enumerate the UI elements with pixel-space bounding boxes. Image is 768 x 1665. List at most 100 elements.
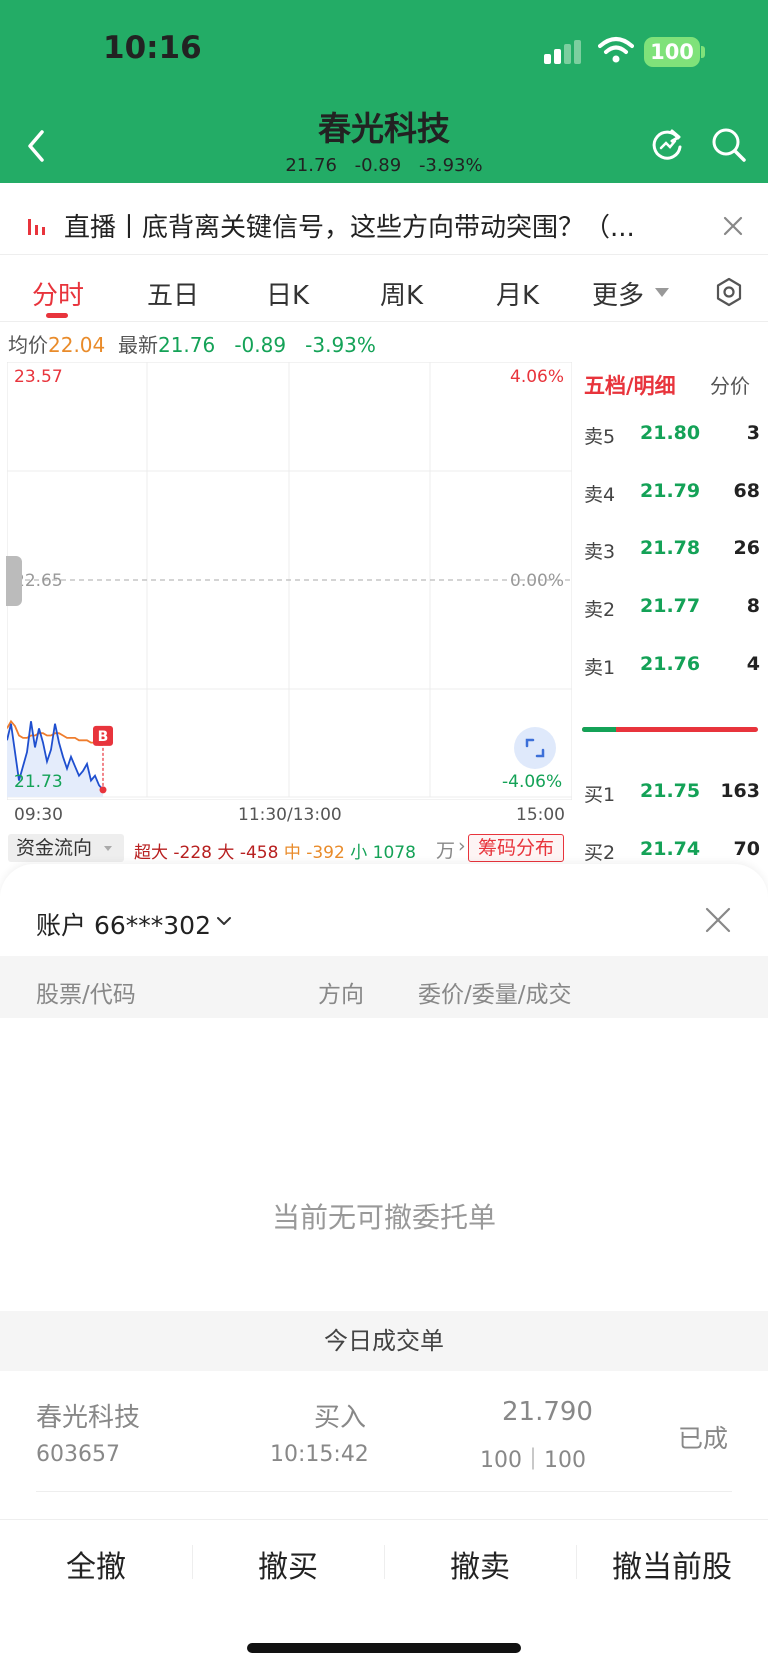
trade-direction: 买入 [314, 1403, 367, 1433]
cancel-buy-button[interactable]: 撤买 [192, 1542, 384, 1586]
tab-five-day[interactable]: 五日 [147, 275, 199, 312]
account-selector[interactable]: 账户 66***302 [36, 906, 211, 942]
sell-price: 21.80 [640, 422, 701, 444]
avg-price-label: 均价 [8, 333, 48, 357]
tab-intraday[interactable]: 分时 [32, 275, 84, 312]
search-icon[interactable] [710, 126, 748, 164]
price-summary-row: 均价22.04 最新21.76 -0.89 -3.93% [8, 329, 376, 358]
battery-tip [701, 46, 705, 58]
buy-point [99, 786, 107, 794]
large-value: -458 [239, 843, 279, 863]
trade-stock-name: 春光科技 [36, 1403, 141, 1433]
buy-level-label: 买1 [584, 784, 616, 806]
column-header-direction: 方向 [318, 982, 364, 1008]
orderbook-tab-price-dist[interactable]: 分价 [710, 370, 750, 399]
intraday-chart[interactable]: B [7, 362, 572, 800]
sell-level-label: 卖4 [584, 484, 616, 506]
sell-volume: 68 [733, 480, 760, 502]
cancel-current-stock-button[interactable]: 撤当前股 [576, 1542, 768, 1586]
expand-chart-icon[interactable] [514, 727, 556, 769]
side-drawer-handle[interactable] [6, 556, 22, 606]
buy-marker-label: B [98, 729, 109, 745]
latest-change: -0.89 [234, 333, 287, 357]
today-trades-header: 今日成交单 [0, 1311, 768, 1371]
column-header-order-detail: 委价/委量/成交 [418, 982, 572, 1008]
sell-volume: 26 [733, 537, 760, 559]
y-axis-mid-pct: 0.00% [510, 571, 565, 591]
trade-price: 21.790 [502, 1397, 593, 1427]
buy-sell-ratio-green [582, 727, 616, 732]
super-large-value: -228 [173, 843, 212, 863]
header-price: 21.76 [285, 155, 337, 176]
status-time: 10:16 [103, 30, 202, 66]
trade-stock-code: 603657 [36, 1442, 120, 1467]
buy-level-label: 买2 [584, 842, 616, 864]
cellular-signal-icon [544, 40, 581, 64]
chevron-right-icon: › [458, 835, 466, 857]
orderbook-tab-depth[interactable]: 五档/明细 [584, 370, 676, 400]
sell-price: 21.78 [640, 537, 701, 559]
sell-volume: 8 [746, 595, 760, 617]
latest-price-label: 最新 [117, 333, 158, 357]
sell-price: 21.77 [640, 595, 701, 617]
empty-state-message: 当前无可撤委托单 [271, 1201, 496, 1234]
x-axis-end: 15:00 [516, 805, 565, 825]
x-axis-start: 09:30 [14, 805, 63, 825]
orderbook-sell-row: 卖5 21.80 3 [584, 422, 760, 452]
y-axis-top-pct: 4.06% [510, 367, 565, 387]
sell-level-label: 卖1 [584, 657, 616, 679]
y-axis-top-price: 23.57 [14, 367, 63, 387]
sell-price: 21.79 [640, 480, 701, 502]
tab-weekly-k[interactable]: 周K [380, 275, 423, 312]
medium-value: -392 [306, 843, 345, 863]
cancel-sell-button[interactable]: 撤卖 [384, 1542, 576, 1586]
large-label: 大 [217, 843, 235, 863]
trade-status: 已成 [678, 1424, 729, 1453]
trade-divider [36, 1491, 732, 1492]
orderbook-buy-row: 买1 21.75 163 [584, 780, 760, 810]
latest-change-pct: -3.93% [305, 333, 376, 357]
y-axis-bottom-pct: -4.06% [502, 772, 563, 792]
sell-volume: 3 [746, 422, 760, 444]
sell-level-label: 卖2 [584, 599, 616, 621]
close-icon[interactable] [720, 213, 746, 239]
super-large-label: 超大 [134, 843, 168, 863]
column-header-stock: 股票/代码 [36, 982, 136, 1008]
sell-level-label: 卖5 [584, 426, 616, 448]
refresh-icon[interactable] [648, 126, 686, 164]
header-change: -0.89 [354, 155, 402, 176]
x-axis-mid: 11:30/13:00 [238, 805, 342, 825]
buy-volume: 70 [733, 838, 760, 860]
buy-price: 21.75 [640, 780, 701, 802]
cancel-all-button[interactable]: 全撤 [0, 1542, 192, 1586]
home-indicator [247, 1643, 521, 1653]
trade-quantity: 100｜100 [480, 1448, 586, 1473]
orderbook-sell-row: 卖2 21.77 8 [584, 595, 760, 625]
orderbook-sell-row: 卖1 21.76 4 [584, 653, 760, 683]
battery-indicator: 100 [644, 37, 700, 67]
orderbook-sell-row: 卖3 21.78 26 [584, 537, 760, 567]
chevron-down-icon [655, 288, 669, 297]
tab-daily-k[interactable]: 日K [266, 275, 309, 312]
tab-more[interactable]: 更多 [592, 275, 644, 312]
avg-price-value: 22.04 [48, 333, 106, 357]
active-tab-indicator [46, 313, 68, 318]
trade-time: 10:15:42 [270, 1442, 369, 1467]
medium-label: 中 [283, 843, 301, 863]
sell-price: 21.76 [640, 653, 701, 675]
tab-monthly-k[interactable]: 月K [496, 275, 539, 312]
header-change-pct: -3.93% [418, 155, 483, 176]
wifi-icon [598, 37, 634, 63]
buy-price: 21.74 [640, 838, 701, 860]
small-value: 1078 [372, 843, 416, 863]
live-broadcast-icon [28, 219, 45, 235]
chevron-down-icon[interactable] [216, 913, 232, 929]
close-icon[interactable] [704, 906, 732, 934]
news-headline[interactable]: 直播丨底背离关键信号，这些方向带动突围？（... [64, 207, 694, 244]
latest-price-value: 21.76 [157, 333, 216, 357]
chip-distribution-button[interactable]: 筹码分布 [468, 834, 564, 862]
settings-hexagon-icon[interactable] [714, 277, 744, 307]
sell-level-label: 卖3 [584, 541, 616, 563]
y-axis-bottom-price: 21.73 [14, 772, 63, 792]
fund-flow-unit: 万 [436, 840, 456, 862]
